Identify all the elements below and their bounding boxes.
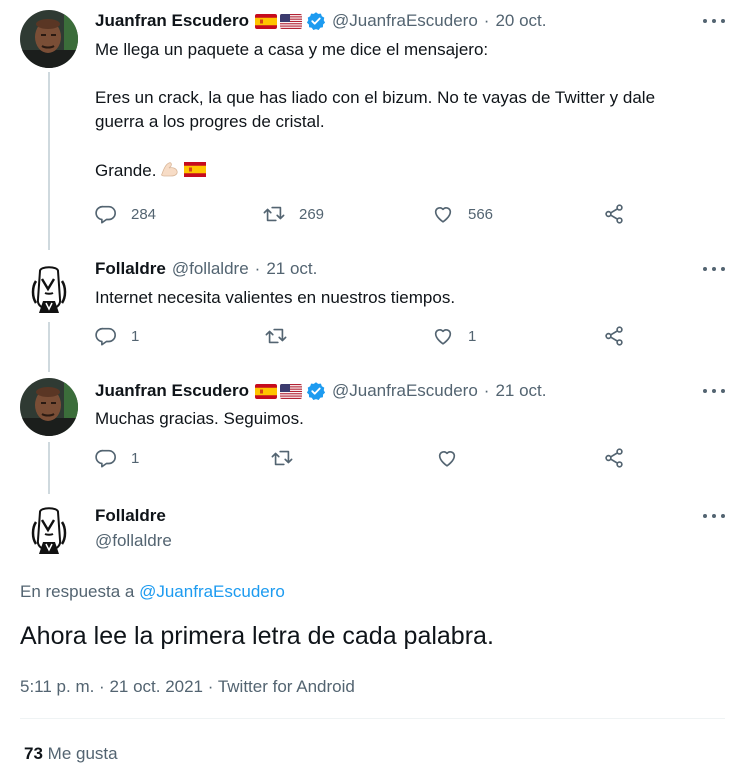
more-dots-icon[interactable] <box>703 508 725 524</box>
heart-icon <box>432 203 454 225</box>
tweet-text-line: Muchas gracias. Seguimos. <box>95 409 304 428</box>
author-name[interactable]: Follaldre <box>95 506 166 526</box>
usa-flag-icon <box>280 14 302 29</box>
retweet-count: 269 <box>299 205 325 223</box>
avatar[interactable] <box>20 259 78 317</box>
author-handle[interactable]: @follaldre <box>95 531 172 551</box>
tweet-timestamp[interactable]: 5:11 p. m. · 21 oct. 2021 · Twitter for … <box>20 677 355 697</box>
reply-button[interactable]: 284 <box>95 203 156 225</box>
flexed-biceps-emoji <box>159 158 181 185</box>
likes-summary[interactable]: 73 Me gusta <box>24 744 118 764</box>
avatar[interactable] <box>20 378 78 436</box>
author-handle[interactable]: @JuanfraEscudero <box>332 11 478 31</box>
main-tweet-text: Ahora lee la primera letra de cada palab… <box>20 622 494 650</box>
retweet-button[interactable] <box>271 447 307 469</box>
retweet-button[interactable] <box>265 325 301 347</box>
reply-count: 1 <box>131 327 140 345</box>
tweet-actions: 1 <box>95 447 635 471</box>
tweet-text-line: Internet necesita valientes en nuestros … <box>95 288 456 307</box>
verified-badge-icon <box>306 11 326 31</box>
separator: · <box>483 11 490 30</box>
reply-icon <box>95 447 117 469</box>
likes-label: Me gusta <box>47 744 118 763</box>
avatar[interactable] <box>20 500 78 558</box>
more-dots-icon[interactable] <box>703 13 725 29</box>
heart-icon <box>432 325 454 347</box>
author-name[interactable]: Follaldre <box>95 259 166 279</box>
thread-line <box>48 442 50 494</box>
usa-flag-icon <box>280 384 302 399</box>
share-button[interactable] <box>603 447 625 469</box>
reply-button[interactable]: 1 <box>95 325 139 347</box>
retweet-icon <box>271 447 293 469</box>
spain-flag-icon <box>255 384 277 399</box>
tweet-actions: 284 269 566 <box>95 203 635 227</box>
like-count: 1 <box>468 327 477 345</box>
like-button[interactable] <box>436 447 472 469</box>
reply-count: 284 <box>131 205 157 223</box>
tweet-actions: 1 1 <box>95 325 635 349</box>
author-name[interactable]: Juanfran Escudero <box>95 11 249 31</box>
reply-prefix: En respuesta a <box>20 582 135 601</box>
tweet-text: Internet necesita valientes en nuestros … <box>95 286 725 310</box>
reply-context: En respuesta a @JuanfraEscudero <box>20 582 285 602</box>
share-icon <box>603 325 625 347</box>
tweet-text-line: guerra a los progres de cristal. <box>95 112 325 131</box>
author-name[interactable]: Juanfran Escudero <box>95 381 249 401</box>
reply-icon <box>95 203 117 225</box>
reply-icon <box>95 325 117 347</box>
tweet-date[interactable]: 21 oct. <box>495 381 546 401</box>
name-flags <box>255 384 302 399</box>
separator: · <box>254 259 261 278</box>
name-flags <box>255 14 302 29</box>
tweet-date[interactable]: 20 oct. <box>495 11 546 31</box>
heart-icon <box>436 447 458 469</box>
more-dots-icon[interactable] <box>703 261 725 277</box>
share-icon <box>603 447 625 469</box>
tweet-text-line: Grande. <box>95 158 725 185</box>
like-button[interactable]: 566 <box>432 203 493 225</box>
divider <box>20 718 725 719</box>
author-handle[interactable]: @JuanfraEscudero <box>332 381 478 401</box>
share-button[interactable] <box>603 203 625 225</box>
tweet-header: Follaldre @follaldre · 21 oct. <box>95 258 317 280</box>
share-button[interactable] <box>603 325 625 347</box>
tweet-header: Juanfran Escudero @JuanfraEscudero · 21 … <box>95 380 547 402</box>
tweet-text-word: Grande. <box>95 160 157 180</box>
reply-handle-link[interactable]: @JuanfraEscudero <box>139 582 285 601</box>
tweet-text: Muchas gracias. Seguimos. <box>95 407 725 431</box>
more-dots-icon[interactable] <box>703 383 725 399</box>
tweet-text-line: Me llega un paquete a casa y me dice el … <box>95 40 489 59</box>
likes-count: 73 <box>24 744 43 763</box>
share-icon <box>603 203 625 225</box>
author-handle[interactable]: @follaldre <box>172 259 249 279</box>
tweet-date[interactable]: 21 oct. <box>266 259 317 279</box>
thread-line <box>48 322 50 372</box>
spain-flag-emoji <box>184 160 206 184</box>
spain-flag-icon <box>255 14 277 29</box>
reply-count: 1 <box>131 449 140 467</box>
retweet-icon <box>265 325 287 347</box>
tweet-header: Juanfran Escudero @JuanfraEscudero · 20 … <box>95 10 547 32</box>
thread-line <box>48 72 50 250</box>
retweet-button[interactable]: 269 <box>263 203 324 225</box>
like-count: 566 <box>468 205 494 223</box>
retweet-icon <box>263 203 285 225</box>
like-button[interactable]: 1 <box>432 325 476 347</box>
verified-badge-icon <box>306 381 326 401</box>
tweet-text: Me llega un paquete a casa y me dice el … <box>95 38 725 185</box>
tweet-text-line: Eres un crack, la que has liado con el b… <box>95 88 656 107</box>
separator: · <box>483 381 490 400</box>
reply-button[interactable]: 1 <box>95 447 139 469</box>
avatar[interactable] <box>20 10 78 68</box>
